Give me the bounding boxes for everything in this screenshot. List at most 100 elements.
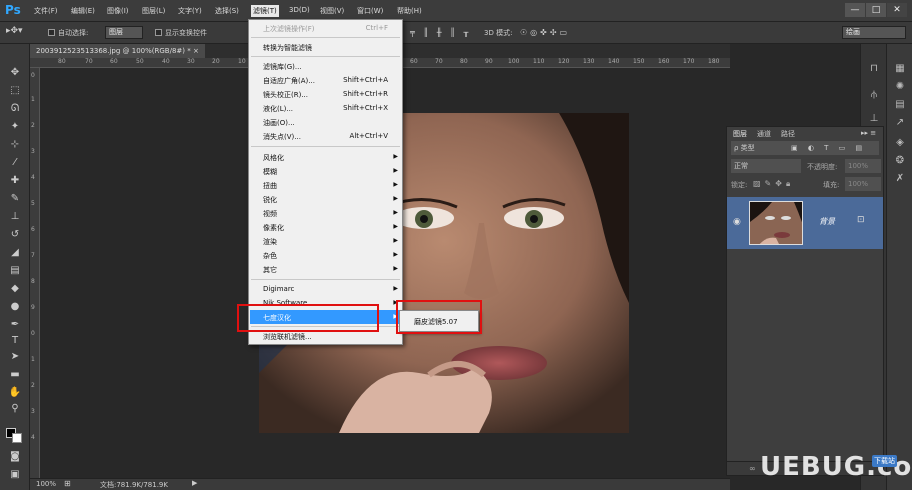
filter-oil-paint[interactable]: 油画(O)... (263, 118, 295, 128)
3d-mode-icons[interactable]: ☉◎✜✣▭ (520, 28, 570, 37)
blur-tool-icon[interactable]: ◆ (8, 282, 22, 296)
menu-type[interactable]: 文字(Y) (178, 6, 202, 16)
tab-channels[interactable]: 通道 (757, 129, 771, 139)
filter-adaptive-wide[interactable]: 自适应广角(A)... (263, 76, 315, 86)
opacity-input[interactable]: 100% (845, 159, 881, 173)
menu-filter[interactable]: 滤镜(T) (251, 5, 279, 17)
tab-layers[interactable]: 图层 (733, 129, 747, 139)
tools-icon[interactable]: ✗ (893, 172, 907, 186)
submenu-arrow-icon: ▶ (393, 167, 398, 174)
adjust-icon[interactable]: ⫛ (867, 88, 881, 102)
auto-select-checkbox[interactable]: 自动选择: (48, 28, 88, 38)
lasso-tool-icon[interactable]: ᘏ (8, 102, 22, 116)
eyedropper-icon[interactable]: ⁄ (8, 156, 22, 170)
layer-filter-dropdown[interactable]: ρ 类型 ▣ ◐ T ▭ ▤ (731, 141, 879, 155)
menu-file[interactable]: 文件(F) (34, 6, 58, 16)
screen-mode-icon[interactable]: ▣ (8, 468, 22, 482)
filter-liquify[interactable]: 液化(L)... (263, 104, 293, 114)
menu-image[interactable]: 图像(I) (107, 6, 129, 16)
dodge-tool-icon[interactable]: ● (8, 300, 22, 314)
menu-3d[interactable]: 3D(D) (289, 6, 310, 14)
fill-input[interactable]: 100% (845, 177, 881, 191)
eraser-icon[interactable]: ◢ (8, 246, 22, 260)
filter-render[interactable]: 渲染 (263, 237, 277, 247)
filter-gallery[interactable]: 滤镜库(G)... (263, 62, 302, 72)
menu-layer[interactable]: 图层(L) (142, 6, 165, 16)
menu-select[interactable]: 选择(S) (215, 6, 239, 16)
filter-pixelate[interactable]: 像素化 (263, 223, 284, 233)
filter-digimarc[interactable]: Digimarc (263, 285, 294, 293)
filter-sharpen[interactable]: 锐化 (263, 195, 277, 205)
grid-icon[interactable]: ▦ (893, 62, 907, 76)
arrow-icon[interactable]: ↗ (893, 116, 907, 130)
maximize-button[interactable]: □ (866, 3, 886, 17)
path-select-icon[interactable]: ➤ (8, 350, 22, 364)
auto-select-dropdown[interactable]: 图层 (105, 26, 143, 39)
circles-icon[interactable]: ❂ (893, 154, 907, 168)
document-tab[interactable]: 2003912523513368.jpg @ 100%(RGB/8#) * × (30, 44, 205, 58)
history-icon[interactable]: ⊓ (867, 62, 881, 76)
menu-window[interactable]: 窗口(W) (357, 6, 383, 16)
photoshop-logo: Ps (5, 3, 21, 17)
filter-blur[interactable]: 模糊 (263, 167, 277, 177)
crop-tool-icon[interactable]: ⊹ (8, 138, 22, 152)
hand-tool-icon[interactable]: ✋ (8, 386, 22, 400)
menu-view[interactable]: 视图(V) (320, 6, 344, 16)
filter-distort[interactable]: 扭曲 (263, 181, 277, 191)
properties-icon[interactable]: ⊥ (867, 112, 881, 126)
shape-tool-icon[interactable]: ▬ (8, 368, 22, 382)
marquee-tool-icon[interactable]: ⬚ (8, 84, 22, 98)
layer-name[interactable]: 背景 (819, 216, 835, 227)
filter-noise[interactable]: 杂色 (263, 251, 277, 261)
layer-filter-label: ρ 类型 (734, 144, 755, 152)
swatches-icon[interactable]: ▤ (893, 98, 907, 112)
eye-icon[interactable]: ◉ (733, 217, 741, 227)
quick-mask-icon[interactable]: ◙ (8, 450, 22, 464)
zoom-level[interactable]: 100% (36, 480, 56, 488)
menu-help[interactable]: 帮助(H) (397, 6, 422, 16)
layer-row-background[interactable]: ◉ 背景 ⊡ (727, 197, 883, 249)
filter-video[interactable]: 视频 (263, 209, 277, 219)
show-transform-checkbox[interactable]: 显示变换控件 (155, 28, 207, 38)
opacity-label: 不透明度: (807, 163, 838, 171)
clone-stamp-icon[interactable]: ⊥ (8, 210, 22, 224)
info-icon[interactable]: ⊞ (64, 479, 71, 488)
filter-browse-online[interactable]: 浏览联机滤镜... (263, 332, 312, 342)
move-tool-icon[interactable]: ✥ (8, 66, 22, 80)
panel-menu-icon[interactable]: ▸▸ ≡ (861, 129, 876, 137)
filter-icons[interactable]: ▣ ◐ T ▭ ▤ (791, 141, 866, 155)
align-icons[interactable]: ╤ ║ ╫ ║ ╥ (410, 28, 471, 37)
arrow-right-icon[interactable]: ▶ (192, 479, 197, 487)
brush-tool-icon[interactable]: ✎ (8, 192, 22, 206)
gradient-tool-icon[interactable]: ▤ (8, 264, 22, 278)
lock-icons[interactable]: ▨✎✥🔒︎ (753, 179, 794, 189)
ruler-tick: 2 (31, 382, 35, 389)
ruler-tick: 70 (85, 58, 93, 65)
blend-mode-dropdown[interactable]: 正常 (731, 159, 801, 173)
ruler-tick: 100 (508, 58, 520, 65)
filter-stylize[interactable]: 风格化 (263, 153, 284, 163)
minimize-button[interactable]: — (845, 3, 865, 17)
zoom-tool-icon[interactable]: ⚲ (8, 402, 22, 416)
type-tool-icon[interactable]: T (8, 334, 22, 348)
color-swatches-icon[interactable] (6, 426, 22, 443)
healing-brush-icon[interactable]: ✚ (8, 174, 22, 188)
filter-vanishing-point[interactable]: 消失点(V)... (263, 132, 301, 142)
shortcut: Ctrl+F (365, 24, 388, 32)
magic-wand-icon[interactable]: ✦ (8, 120, 22, 134)
menu-edit[interactable]: 编辑(E) (71, 6, 95, 16)
cube-icon[interactable]: ◈ (893, 136, 907, 150)
filter-lens-correction[interactable]: 镜头校正(R)... (263, 90, 308, 100)
workspace-dropdown[interactable]: 绘画 (842, 26, 906, 39)
tab-paths[interactable]: 路径 (781, 129, 795, 139)
link-layers-icon[interactable]: ∞ (749, 464, 756, 473)
filter-convert-smart[interactable]: 转换为智能滤镜 (263, 43, 312, 53)
pen-tool-icon[interactable]: ✒ (8, 318, 22, 332)
close-button[interactable]: ✕ (887, 3, 907, 17)
ruler-tick: 150 (633, 58, 645, 65)
filter-last[interactable]: 上次滤镜操作(F) (263, 24, 315, 34)
sun-icon[interactable]: ✺ (893, 80, 907, 94)
filter-other[interactable]: 其它 (263, 265, 277, 275)
history-brush-icon[interactable]: ↺ (8, 228, 22, 242)
move-tool-icon[interactable]: ▸✥▾ (6, 26, 23, 36)
